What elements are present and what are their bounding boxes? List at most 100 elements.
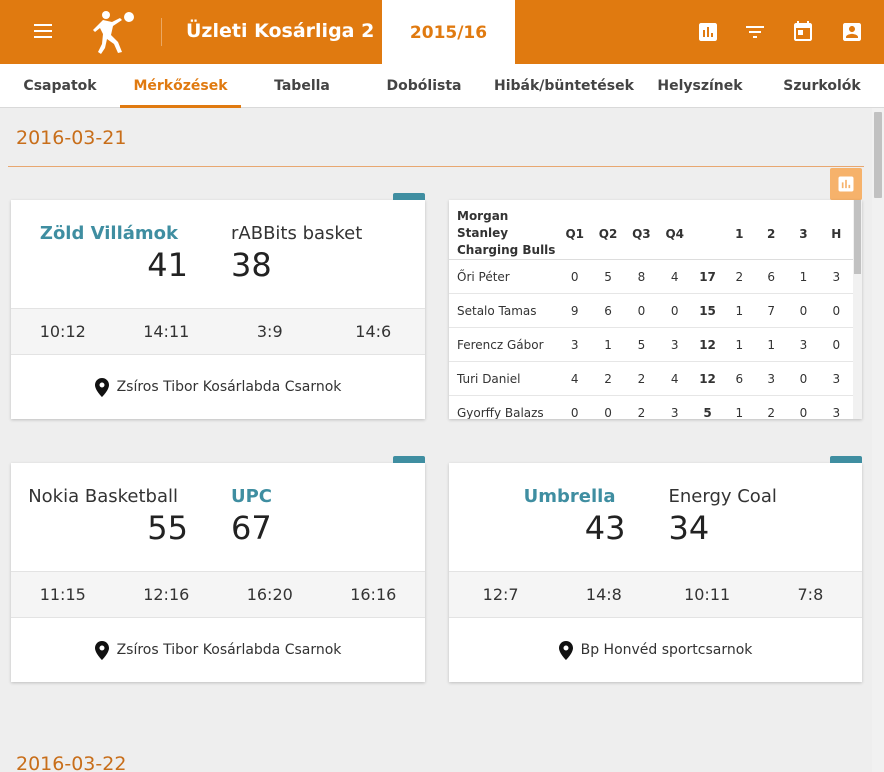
team-name-header: Morgan Stanley Charging Bulls [449,200,559,260]
tab-dobolista[interactable]: Dobólista [380,64,468,107]
game-card[interactable]: Zöld Villámok rABBits basket 41 38 10:12… [11,193,425,419]
tab-helyszinek[interactable]: Helyszínek [654,64,746,107]
season-selector[interactable]: 2015/16 [382,0,515,64]
page-scrollbar-thumb[interactable] [874,112,882,198]
table-cell: 3 [755,361,788,396]
quarter-score: 7:8 [797,585,824,604]
venue[interactable]: Zsíros Tibor Kosárlabda Csarnok [11,355,425,419]
points-total: 12 [691,361,724,396]
player-name: Őri Péter [449,259,559,294]
quarter-score: 16:20 [246,585,293,604]
points-total: 5 [691,395,724,419]
tab-merkozesek[interactable]: Mérkőzések [120,64,241,108]
table-cell: 1 [591,327,625,362]
quarter-score: 14:6 [355,322,392,341]
table-cell: 1 [787,259,820,294]
location-pin-icon [94,640,109,660]
table-cell: 3 [819,395,853,419]
away-score: 34 [668,509,710,547]
venue-name: Zsíros Tibor Kosárlabda Csarnok [116,642,342,658]
game-card[interactable]: Nokia Basketball UPC 55 67 11:15 12:16 1… [11,456,425,682]
table-cell: 1 [755,327,788,362]
table-cell: 0 [591,395,625,419]
table-cell: 5 [624,327,659,362]
home-score: 41 [147,246,188,284]
title-divider [161,18,162,46]
quarter-scores: 12:7 14:8 10:11 7:8 [449,571,862,618]
table-cell: 2 [624,361,659,396]
venue-name: Bp Honvéd sportcsarnok [580,642,753,658]
game-card-tab[interactable] [393,193,425,200]
table-cell: 0 [624,293,659,328]
venue[interactable]: Zsíros Tibor Kosárlabda Csarnok [11,618,425,682]
column-header: 3 [787,200,820,260]
scoreboard: Zöld Villámok rABBits basket 41 38 [11,200,425,308]
table-cell: 3 [819,361,853,396]
game-card-tab[interactable] [393,456,425,463]
stats-scrollbar[interactable] [853,200,862,419]
home-score: 55 [147,509,188,547]
scoreboard: Nokia Basketball UPC 55 67 [11,463,425,571]
venue[interactable]: Bp Honvéd sportcsarnok [449,618,862,682]
tab-szurkolok[interactable]: Szurkolók [780,64,864,107]
tab-hibak-buntetesek[interactable]: Hibák/büntetések [494,64,634,107]
table-cell: 4 [658,259,692,294]
home-team-name[interactable]: Umbrella [524,486,616,507]
menu-icon[interactable] [30,20,56,44]
quarter-score: 16:16 [350,585,397,604]
table-cell: 3 [658,395,692,419]
account-box-icon[interactable] [840,20,864,44]
table-cell: 2 [591,361,625,396]
quarter-score: 3:9 [256,322,283,341]
date-divider [8,166,864,167]
column-header: Q2 [591,200,625,260]
calendar-icon[interactable] [791,20,815,44]
player-stats-table: Morgan Stanley Charging Bulls Q1 Q2 Q3 Q… [449,200,853,419]
table-cell: 6 [723,361,755,396]
table-cell: 6 [755,259,788,294]
home-score: 43 [584,509,626,547]
table-cell: 4 [558,361,592,396]
quarter-score: 14:11 [143,322,190,341]
scoreboard: Umbrella Energy Coal 43 34 [449,463,862,571]
table-cell: 3 [558,327,592,362]
location-pin-icon [94,377,109,397]
stats-scrollbar-thumb[interactable] [854,200,861,274]
away-team-name[interactable]: rABBits basket [231,223,362,244]
section-tabs: Csapatok Mérkőzések Tabella Dobólista Hi… [0,64,884,108]
table-row[interactable]: Turi Daniel 4 2 2 4 12 6 3 0 3 [449,361,853,396]
points-total: 17 [691,259,724,294]
filter-icon[interactable] [743,20,767,44]
page-scrollbar[interactable] [872,108,884,772]
table-cell: 9 [558,293,592,328]
quarter-score: 11:15 [39,585,86,604]
game-card-tab[interactable] [830,456,862,463]
column-header: H [819,200,853,260]
table-cell: 0 [819,327,853,362]
table-cell: 1 [723,293,755,328]
table-cell: 3 [658,327,692,362]
tab-tabella[interactable]: Tabella [262,64,342,107]
home-team-name[interactable]: Nokia Basketball [28,486,178,507]
quarter-score: 10:11 [684,585,731,604]
column-header: Q1 [558,200,592,260]
away-team-name[interactable]: Energy Coal [669,486,777,507]
column-header: Q4 [658,200,692,260]
table-row[interactable]: Setalo Tamas 9 6 0 0 15 1 7 0 0 [449,293,853,328]
home-team-name[interactable]: Zöld Villámok [40,223,178,244]
table-cell: 0 [558,395,592,419]
column-header: Q3 [624,200,659,260]
table-row[interactable]: Ferencz Gábor 3 1 5 3 12 1 1 3 0 [449,327,853,362]
table-row[interactable]: Őri Péter 0 5 8 4 17 2 6 1 3 [449,259,853,294]
away-team-name[interactable]: UPC [231,486,272,507]
player-stats-toggle-button[interactable] [830,168,862,200]
tab-csapatok[interactable]: Csapatok [14,64,106,107]
player-name: Ferencz Gábor [449,327,559,362]
table-row[interactable]: Gyorffy Balazs 0 0 2 3 5 1 2 0 3 [449,395,853,419]
game-card[interactable]: Umbrella Energy Coal 43 34 12:7 14:8 10:… [449,456,862,682]
away-score: 38 [231,246,272,284]
bar-chart-icon[interactable] [696,20,720,44]
table-cell: 0 [558,259,592,294]
quarter-score: 12:7 [482,585,519,604]
table-cell: 8 [624,259,659,294]
